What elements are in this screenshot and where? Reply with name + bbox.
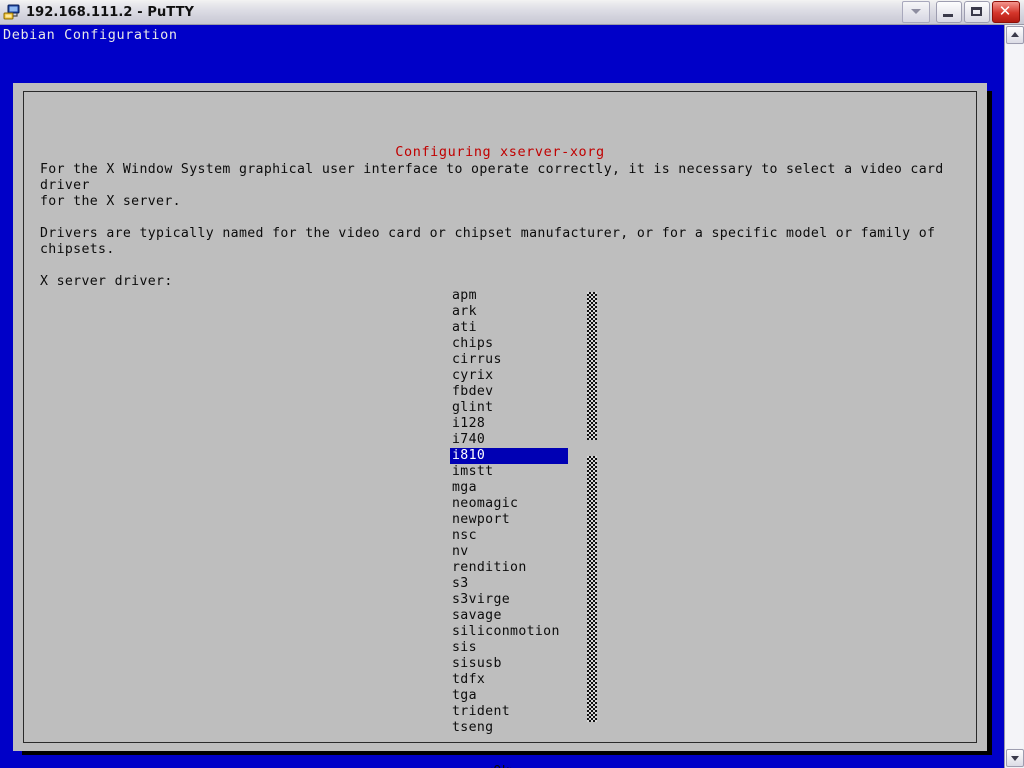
ok-button-label: <Ok> bbox=[483, 764, 520, 768]
terminal-screen[interactable]: Debian Configuration Configuring xserver… bbox=[0, 25, 1003, 768]
driver-option-tdfx[interactable]: tdfx bbox=[450, 672, 568, 688]
window-titlebar: 192.168.111.2 - PuTTY ✕ bbox=[0, 0, 1024, 25]
driver-option-fbdev[interactable]: fbdev bbox=[450, 384, 568, 400]
paragraph-spacer-2 bbox=[40, 258, 963, 274]
driver-option-glint[interactable]: glint bbox=[450, 400, 568, 416]
maximize-button[interactable] bbox=[964, 1, 990, 23]
driver-option-sisusb[interactable]: sisusb bbox=[450, 656, 568, 672]
paragraph-spacer-1 bbox=[40, 210, 963, 226]
driver-option-tga[interactable]: tga bbox=[450, 688, 568, 704]
scrollbar-track[interactable] bbox=[1006, 45, 1023, 748]
dialog-scrollbar-upper[interactable] bbox=[587, 292, 597, 440]
driver-option-chips[interactable]: chips bbox=[450, 336, 568, 352]
close-icon: ✕ bbox=[998, 2, 1012, 20]
driver-option-mga[interactable]: mga bbox=[450, 480, 568, 496]
driver-option-i128[interactable]: i128 bbox=[450, 416, 568, 432]
driver-option-nv[interactable]: nv bbox=[450, 544, 568, 560]
driver-option-savage[interactable]: savage bbox=[450, 608, 568, 624]
configuration-dialog: Configuring xserver-xorg For the X Windo… bbox=[13, 83, 987, 768]
driver-option-s3[interactable]: s3 bbox=[450, 576, 568, 592]
driver-list[interactable]: apm ark ati chips cirrus cyrix fbdev glint i128 i… bbox=[450, 288, 610, 736]
window-title: 192.168.111.2 - PuTTY bbox=[26, 4, 195, 20]
driver-option-rendition[interactable]: rendition bbox=[450, 560, 568, 576]
dialog-scrollbar-lower[interactable] bbox=[587, 456, 597, 722]
driver-option-cirrus[interactable]: cirrus bbox=[450, 352, 568, 368]
ok-button[interactable]: <Ok> bbox=[40, 764, 963, 768]
driver-option-imstt[interactable]: imstt bbox=[450, 464, 568, 480]
dialog-paragraph-2: Drivers are typically named for the vide… bbox=[40, 226, 936, 257]
driver-option-cyrix[interactable]: cyrix bbox=[450, 368, 568, 384]
dialog-paragraph-1: For the X Window System graphical user i… bbox=[40, 162, 944, 209]
dialog-body: For the X Window System graphical user i… bbox=[40, 162, 963, 768]
scroll-down-arrow-icon[interactable] bbox=[1006, 749, 1024, 767]
driver-option-trident[interactable]: trident bbox=[450, 704, 568, 720]
driver-option-sis[interactable]: sis bbox=[450, 640, 568, 656]
driver-option-tseng[interactable]: tseng bbox=[450, 720, 568, 736]
driver-option-apm[interactable]: apm bbox=[450, 288, 568, 304]
minimize-button[interactable] bbox=[936, 1, 962, 23]
driver-option-ati[interactable]: ati bbox=[450, 320, 568, 336]
dialog-title: Configuring xserver-xorg bbox=[387, 143, 613, 161]
driver-option-newport[interactable]: newport bbox=[450, 512, 568, 528]
terminal-scrollbar[interactable] bbox=[1004, 25, 1024, 768]
driver-option-s3virge[interactable]: s3virge bbox=[450, 592, 568, 608]
driver-option-siliconmotion[interactable]: siliconmotion bbox=[450, 624, 568, 640]
titlebar-dropdown-button[interactable] bbox=[902, 1, 930, 23]
putty-computer-icon bbox=[3, 3, 21, 21]
driver-option-ark[interactable]: ark bbox=[450, 304, 568, 320]
driver-option-i810[interactable]: i810 bbox=[450, 448, 568, 464]
close-button[interactable]: ✕ bbox=[992, 1, 1020, 23]
driver-option-nsc[interactable]: nsc bbox=[450, 528, 568, 544]
putty-window: 192.168.111.2 - PuTTY ✕ Debian Configura… bbox=[0, 0, 1024, 768]
driver-option-neomagic[interactable]: neomagic bbox=[450, 496, 568, 512]
driver-option-i740[interactable]: i740 bbox=[450, 432, 568, 448]
debian-configuration-header: Debian Configuration bbox=[3, 27, 178, 43]
scroll-up-arrow-icon[interactable] bbox=[1006, 26, 1024, 44]
